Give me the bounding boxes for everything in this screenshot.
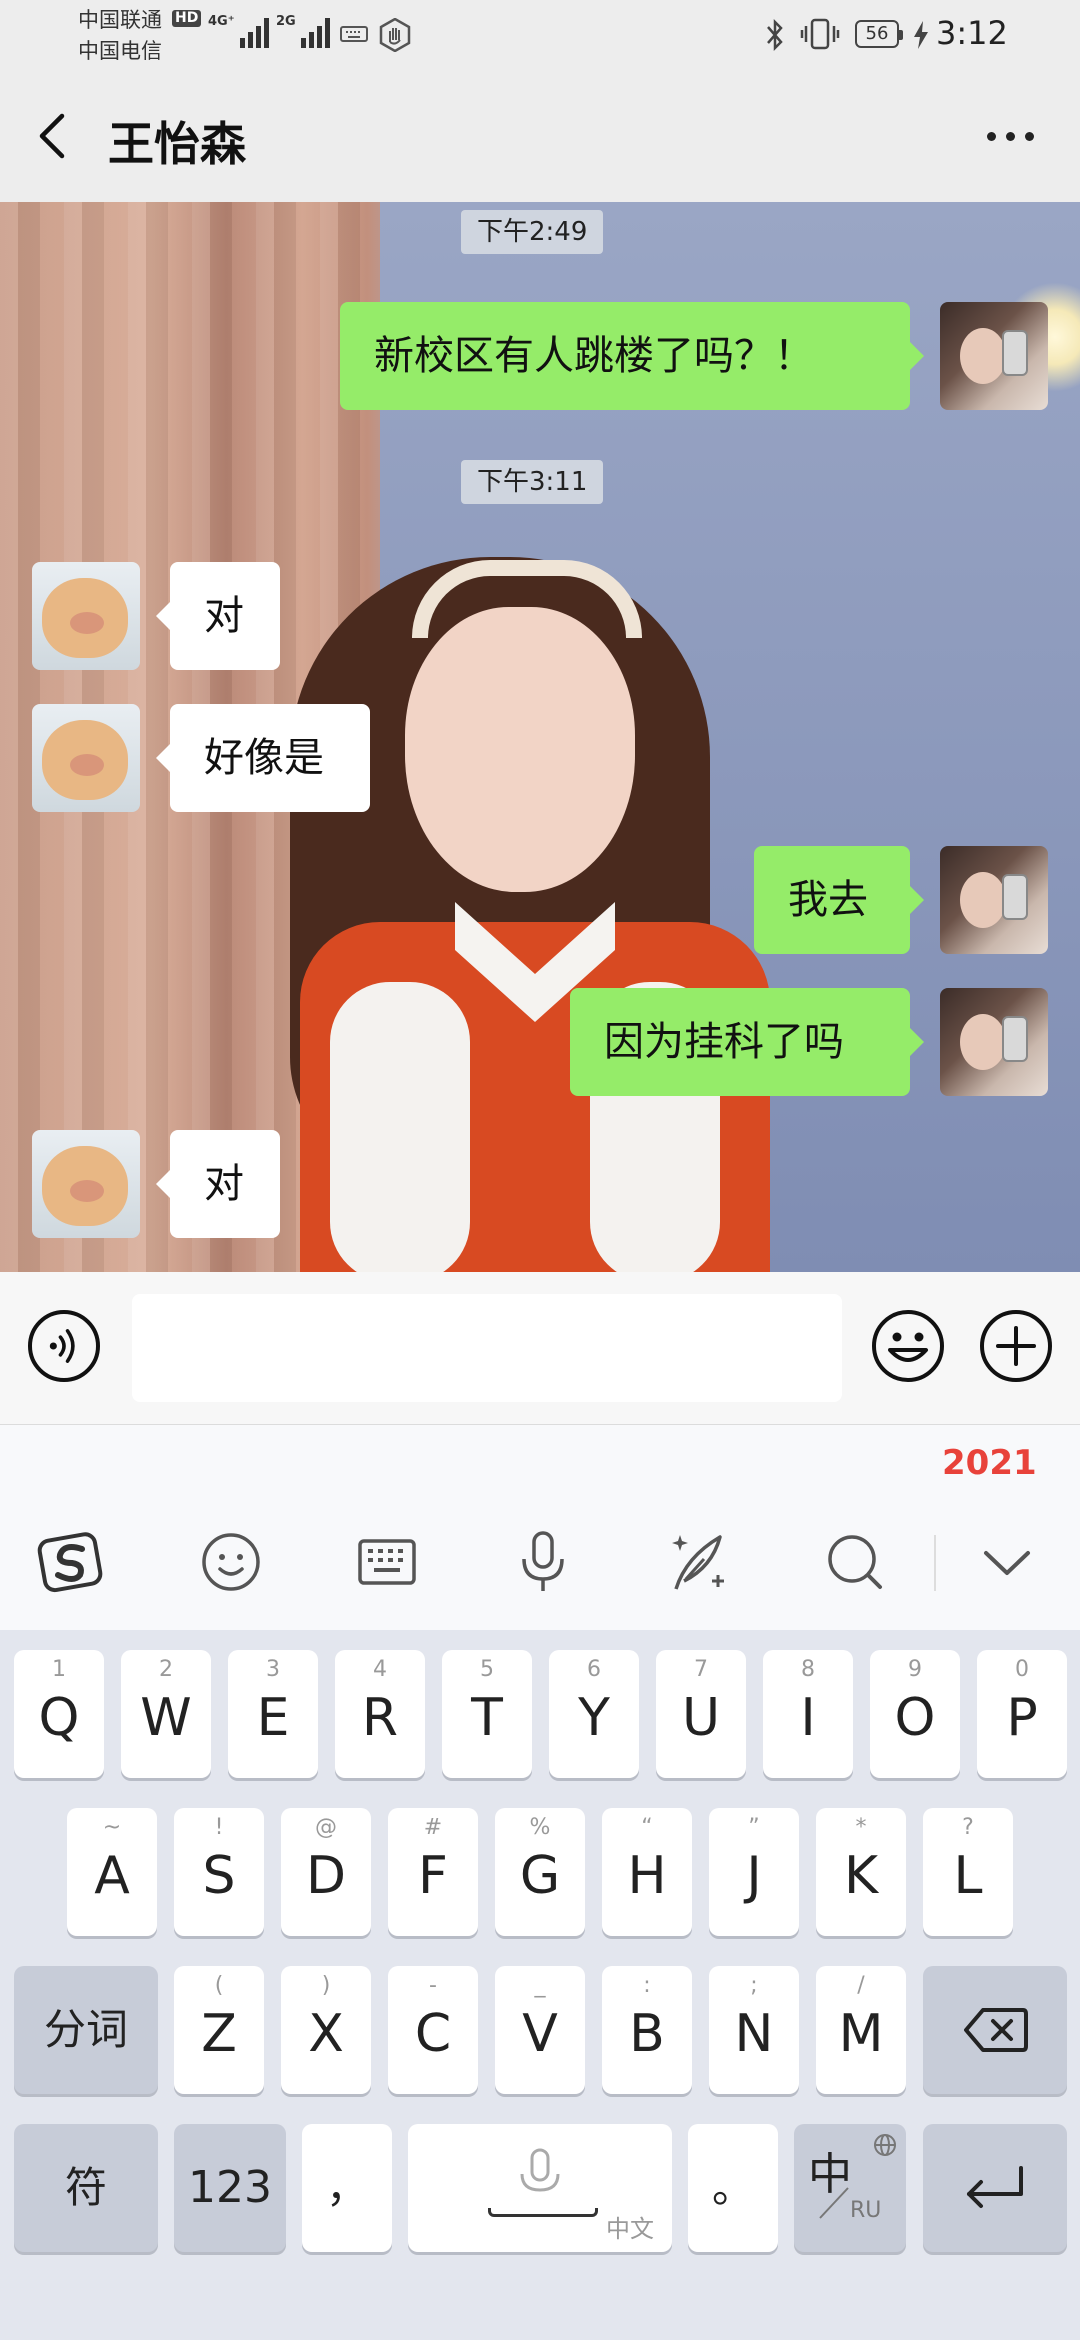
key-s[interactable]: ! S xyxy=(174,1808,264,1936)
add-more-icon[interactable] xyxy=(978,1308,1054,1384)
key-u[interactable]: 7U xyxy=(656,1650,746,1778)
message-input-bar xyxy=(0,1272,1080,1424)
vibrate-icon xyxy=(800,18,840,50)
message-bubble-received[interactable]: 对 xyxy=(156,562,280,670)
space-key[interactable]: 中文 xyxy=(408,2124,672,2252)
key-n[interactable]: ; N xyxy=(709,1966,799,2094)
timestamp: 下午3:11 xyxy=(461,460,604,504)
handwriting-icon[interactable] xyxy=(664,1527,734,1597)
bluetooth-icon xyxy=(767,18,783,52)
key-o[interactable]: 9O xyxy=(870,1650,960,1778)
microphone-icon[interactable] xyxy=(508,1527,578,1597)
keyboard-status-icon xyxy=(340,26,368,42)
message-bubble-sent[interactable]: 因为挂科了吗 xyxy=(570,988,924,1096)
status-bar: 中国联通 中国电信 HD 4G⁺ 2G 56 3:12 xyxy=(0,0,1080,72)
hand-status-icon xyxy=(379,18,411,52)
key-p[interactable]: 0P xyxy=(977,1650,1067,1778)
my-avatar[interactable] xyxy=(940,988,1048,1096)
key-z[interactable]: (Z xyxy=(174,1966,264,2094)
search-icon[interactable] xyxy=(820,1527,890,1597)
key-k[interactable]: * K xyxy=(816,1808,906,1936)
key-a[interactable]: ~ A xyxy=(67,1808,157,1936)
chat-header: 王怡森 xyxy=(0,72,1080,202)
sogou-logo-icon[interactable] xyxy=(36,1527,106,1597)
contact-avatar[interactable] xyxy=(32,704,140,812)
key-t[interactable]: 5T xyxy=(442,1650,532,1778)
key-c[interactable]: -C xyxy=(388,1966,478,2094)
key-h[interactable]: “H xyxy=(602,1808,692,1936)
key-q[interactable]: 1Q xyxy=(14,1650,104,1778)
comma-key[interactable]: ， xyxy=(302,2124,392,2252)
chat-title: 王怡森 xyxy=(108,117,246,171)
keyboard: 1Q 2W 3E 4R 5T 6Y 7U 8I 9O 0P ~ A ! S @ D #… xyxy=(0,1630,1080,2340)
key-l[interactable]: ? L xyxy=(923,1808,1013,1936)
my-avatar[interactable] xyxy=(940,302,1048,410)
my-avatar[interactable] xyxy=(940,846,1048,954)
language-switch-key[interactable]: 中 RU xyxy=(794,2124,906,2252)
message-bubble-received[interactable]: 对 xyxy=(156,1130,280,1238)
charging-icon xyxy=(914,21,928,49)
key-d[interactable]: @ D xyxy=(281,1808,371,1936)
message-input[interactable] xyxy=(132,1294,842,1402)
symbol-key[interactable]: 符 xyxy=(14,2124,158,2252)
keyboard-toolbar: 2021 xyxy=(0,1424,1080,1631)
toolbar-divider xyxy=(934,1535,936,1591)
message-bubble-sent[interactable]: 我去 xyxy=(754,846,924,954)
keyboard-icon[interactable] xyxy=(352,1527,422,1597)
contact-avatar[interactable] xyxy=(32,1130,140,1238)
carrier-2: 中国电信 xyxy=(78,39,162,63)
slash-icon xyxy=(819,2187,849,2219)
key-v[interactable]: _ V xyxy=(495,1966,585,2094)
backspace-icon xyxy=(964,2008,1028,2052)
key-j[interactable]: ” J xyxy=(709,1808,799,1936)
backspace-key[interactable] xyxy=(923,1966,1067,2094)
globe-icon xyxy=(874,2134,896,2156)
signal-strength-icon-2: 2G xyxy=(276,14,330,48)
emoji-icon[interactable] xyxy=(196,1527,266,1597)
key-x[interactable]: ) X xyxy=(281,1966,371,2094)
keyboard-badge[interactable]: 2021 xyxy=(942,1443,1037,1483)
enter-key[interactable] xyxy=(923,2124,1067,2252)
signal-strength-icon-1: 4G⁺ xyxy=(208,14,269,48)
message-bubble-received[interactable]: 好像是 xyxy=(156,704,370,812)
hd-badge: HD xyxy=(172,10,202,27)
more-options-icon[interactable] xyxy=(970,116,1050,156)
key-m[interactable]: / M xyxy=(816,1966,906,2094)
chat-area[interactable]: 下午2:49 新校区有人跳楼了吗？！ 下午3:11 对 好像是 我去 因为挂科了… xyxy=(0,202,1080,1272)
voice-input-icon[interactable] xyxy=(28,1310,100,1382)
key-g[interactable]: % G xyxy=(495,1808,585,1936)
number-key[interactable]: 123 xyxy=(174,2124,286,2252)
enter-icon xyxy=(967,2166,1023,2208)
wallpaper-figure-arm xyxy=(330,982,470,1272)
carrier-1: 中国联通 xyxy=(78,8,162,32)
key-f[interactable]: # F xyxy=(388,1808,478,1936)
clock: 3:12 xyxy=(936,14,1008,52)
message-bubble-sent[interactable]: 新校区有人跳楼了吗？！ xyxy=(340,302,924,410)
back-arrow-icon[interactable] xyxy=(28,106,78,166)
emoji-icon[interactable] xyxy=(870,1308,946,1384)
microphone-icon xyxy=(520,2148,560,2192)
timestamp: 下午2:49 xyxy=(461,210,604,254)
space-bar-icon xyxy=(488,2208,598,2217)
period-key[interactable]: 。 xyxy=(688,2124,778,2252)
chevron-down-icon[interactable] xyxy=(972,1527,1042,1597)
key-y[interactable]: 6Y xyxy=(549,1650,639,1778)
key-w[interactable]: 2W xyxy=(121,1650,211,1778)
key-i[interactable]: 8I xyxy=(763,1650,853,1778)
battery-icon: 56 xyxy=(855,20,903,48)
contact-avatar[interactable] xyxy=(32,562,140,670)
key-e[interactable]: 3E xyxy=(228,1650,318,1778)
key-r[interactable]: 4R xyxy=(335,1650,425,1778)
key-b[interactable]: :B xyxy=(602,1966,692,2094)
fenci-key[interactable]: 分词 xyxy=(14,1966,158,2094)
wallpaper-figure-face xyxy=(405,607,635,892)
